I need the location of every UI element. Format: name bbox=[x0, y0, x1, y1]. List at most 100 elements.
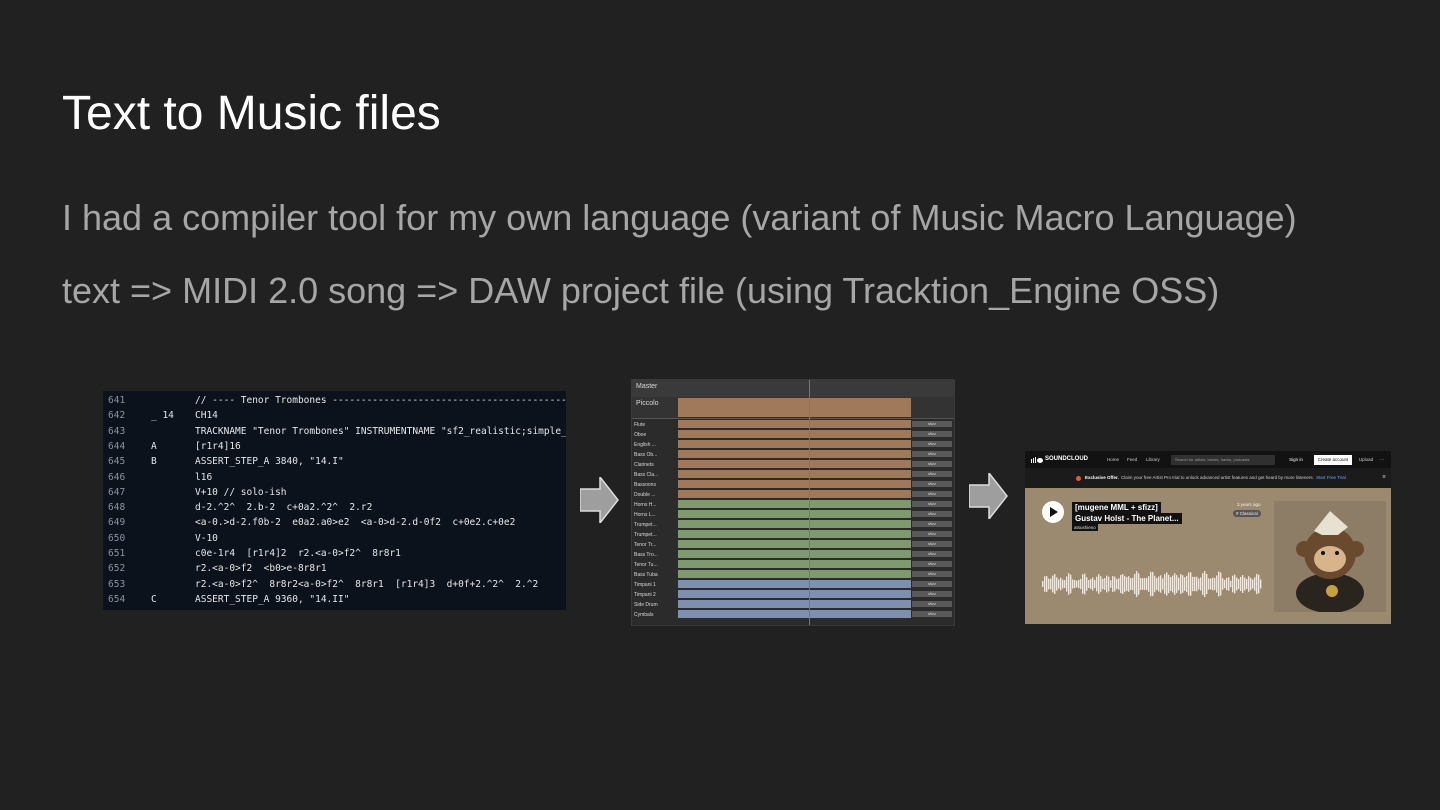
midi-clip bbox=[678, 398, 911, 417]
nav-home[interactable]: Home bbox=[1107, 457, 1119, 462]
line-number: 642 bbox=[108, 410, 126, 422]
midi-clip bbox=[678, 570, 911, 578]
midi-clip bbox=[678, 440, 911, 448]
close-icon[interactable]: × bbox=[1382, 474, 1386, 481]
offer-badge-icon bbox=[1076, 476, 1081, 481]
line-number: 645 bbox=[108, 456, 126, 468]
track-name: Piccolo bbox=[636, 400, 659, 407]
nav-feed[interactable]: Feed bbox=[1127, 457, 1137, 462]
plugin-slot[interactable]: sfizz bbox=[912, 431, 952, 437]
track-row: Tenor Tr... sfizz bbox=[632, 539, 954, 549]
line-number: 653 bbox=[108, 578, 126, 590]
track-row: English ... sfizz bbox=[632, 439, 954, 449]
midi-clip bbox=[678, 480, 911, 488]
track-name: Bass Tro... bbox=[634, 552, 658, 558]
track-name: Timpani 1 bbox=[634, 582, 656, 588]
plugin-slot[interactable]: sfizz bbox=[912, 551, 952, 557]
line-label: A bbox=[151, 440, 157, 452]
body-line-pipeline: text => MIDI 2.0 song => DAW project fil… bbox=[62, 270, 1220, 311]
offer-link[interactable]: Start Free Trial bbox=[1316, 468, 1346, 488]
track-row: Bass Ob... sfizz bbox=[632, 449, 954, 459]
track-name: Clarinets bbox=[634, 462, 654, 468]
plugin-slot[interactable]: sfizz bbox=[912, 481, 952, 487]
track-row: Side Drum sfizz bbox=[632, 599, 954, 609]
midi-clip bbox=[678, 610, 911, 618]
plugin-slot[interactable]: sfizz bbox=[912, 461, 952, 467]
plugin-slot[interactable]: sfizz bbox=[912, 471, 952, 477]
plugin-slot[interactable]: sfizz bbox=[912, 441, 952, 447]
more-menu-icon[interactable]: ··· bbox=[1377, 455, 1387, 465]
line-label: B bbox=[151, 456, 157, 468]
plugin-slot[interactable]: sfizz bbox=[912, 421, 952, 427]
track-row: Bass Tuba sfizz bbox=[632, 569, 954, 579]
sign-in-button[interactable]: Sign in bbox=[1285, 455, 1307, 465]
upload-link[interactable]: Upload bbox=[1356, 455, 1376, 465]
line-number: 647 bbox=[108, 486, 126, 498]
track-name: Bass Cla... bbox=[634, 472, 659, 478]
offer-banner: Exclusive Offer. Claim your free Artist … bbox=[1025, 468, 1391, 488]
offer-text: Claim your free Artist Pro trial to unlo… bbox=[1121, 475, 1314, 480]
code-text: V-10 bbox=[195, 532, 218, 544]
play-icon[interactable] bbox=[1042, 501, 1064, 523]
midi-clip bbox=[678, 530, 911, 538]
midi-clip bbox=[678, 590, 911, 598]
offer-label: Exclusive Offer. bbox=[1085, 475, 1119, 480]
artist-name[interactable]: atsushieno bbox=[1072, 524, 1098, 531]
plugin-slot[interactable]: sfizz bbox=[912, 521, 952, 527]
code-text: d-2.^2^ 2.b-2 c+0a2.^2^ 2.r2 bbox=[195, 502, 373, 514]
track-row: Oboe sfizz bbox=[632, 429, 954, 439]
track-name: Double ... bbox=[634, 492, 656, 498]
soundcloud-screenshot: SOUNDCLOUD Home Feed Library Search for … bbox=[1025, 451, 1391, 624]
plugin-slot[interactable]: sfizz bbox=[912, 511, 952, 517]
create-account-button[interactable]: Create account bbox=[1314, 455, 1352, 465]
plugin-slot[interactable]: sfizz bbox=[912, 581, 952, 587]
track-name: Flute bbox=[634, 422, 646, 428]
track-name: Trumpet... bbox=[634, 532, 657, 538]
track-name: Side Drum bbox=[634, 602, 658, 608]
line-label: _ 14 bbox=[151, 410, 174, 422]
track-row: Cymbals sfizz bbox=[632, 609, 954, 619]
code-text: CH14 bbox=[195, 410, 218, 422]
code-text: r2.<a-0>f2 <b0>e-8r8r1 bbox=[195, 563, 327, 575]
genre-tag[interactable]: # Classical bbox=[1233, 510, 1261, 517]
line-number: 650 bbox=[108, 532, 126, 544]
soundcloud-header: SOUNDCLOUD Home Feed Library Search for … bbox=[1025, 451, 1391, 468]
track-name: Cymbals bbox=[634, 612, 654, 618]
track-row: Horns H... sfizz bbox=[632, 499, 954, 509]
midi-clip bbox=[678, 560, 911, 568]
nav-library[interactable]: Library bbox=[1146, 457, 1160, 462]
plugin-slot[interactable]: sfizz bbox=[912, 611, 952, 617]
track-row: Horns L... sfizz bbox=[632, 509, 954, 519]
soundcloud-logo-text: SOUNDCLOUD bbox=[1045, 456, 1088, 462]
line-number: 651 bbox=[108, 548, 126, 559]
plugin-slot[interactable]: sfizz bbox=[912, 591, 952, 597]
arrow-right-icon bbox=[969, 473, 1008, 519]
midi-clip bbox=[678, 510, 911, 518]
line-number: 644 bbox=[108, 440, 126, 452]
waveform[interactable] bbox=[1042, 566, 1262, 602]
mml-source-screenshot: 641 // ---- Tenor Trombones -------------… bbox=[103, 391, 566, 610]
search-input[interactable]: Search for artists, bands, tracks, podca… bbox=[1171, 455, 1275, 465]
plugin-slot[interactable]: sfizz bbox=[912, 561, 952, 567]
line-number: 641 bbox=[108, 395, 126, 406]
plugin-slot[interactable]: sfizz bbox=[912, 601, 952, 607]
track-row: Bass Tro... sfizz bbox=[632, 549, 954, 559]
plugin-slot[interactable]: sfizz bbox=[912, 531, 952, 537]
plugin-slot[interactable]: sfizz bbox=[912, 451, 952, 457]
track-row: Timpani 1 sfizz bbox=[632, 579, 954, 589]
plugin-slot[interactable]: sfizz bbox=[912, 571, 952, 577]
plugin-slot[interactable]: sfizz bbox=[912, 541, 952, 547]
code-text: ASSERT_STEP_A 3840, "14.I" bbox=[195, 456, 344, 468]
midi-clip bbox=[678, 420, 911, 428]
plugin-slot[interactable]: sfizz bbox=[912, 501, 952, 507]
midi-clip bbox=[678, 550, 911, 558]
midi-clip bbox=[678, 490, 911, 498]
body-line-compiler: I had a compiler tool for my own languag… bbox=[62, 197, 1297, 238]
plugin-slot[interactable]: sfizz bbox=[912, 491, 952, 497]
track-row: Tenor Tu... sfizz bbox=[632, 559, 954, 569]
code-text: c0e-1r4 [r1r4]2 r2.<a-0>f2^ 8r8r1 bbox=[195, 548, 401, 559]
track-row: Trumpet... sfizz bbox=[632, 519, 954, 529]
track-row: Clarinets sfizz bbox=[632, 459, 954, 469]
cover-art-image bbox=[1274, 501, 1386, 612]
playhead bbox=[809, 380, 810, 625]
